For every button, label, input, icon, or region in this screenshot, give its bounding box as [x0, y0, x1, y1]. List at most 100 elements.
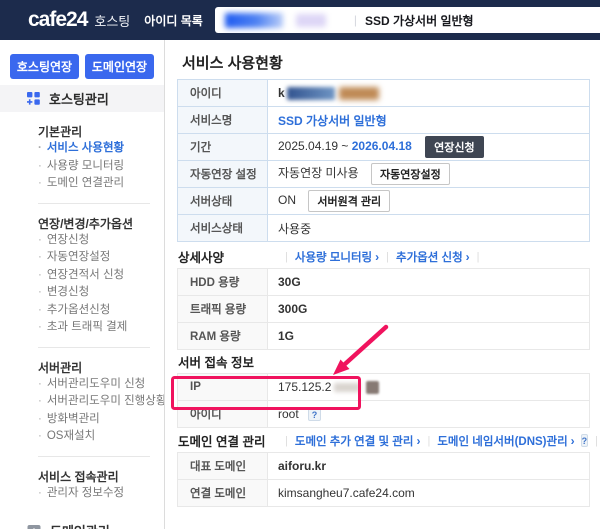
sidebar: 호스팅연장 도메인연장 호스팅관리 기본관리 서비스 사용현황 사용량 모니터링… — [0, 40, 165, 529]
service-name-value: SSD 가상서버 일반형 — [278, 113, 387, 128]
sidebar-item-usage-monitoring[interactable]: 사용량 모니터링 — [38, 158, 164, 176]
id-list-label: 아이디 목록 — [144, 13, 203, 28]
ip-value: 175.125.2 — [278, 379, 332, 394]
table-row: 서버상태 ON 서버원격 관리 — [177, 187, 590, 215]
logo-text: cafe24 — [28, 8, 88, 31]
id-value-cell: k — [267, 79, 590, 107]
hosting-extend-button[interactable]: 호스팅연장 — [10, 54, 79, 79]
redacted-id-blur — [286, 87, 335, 101]
sidebar-item-firewall[interactable]: 방화벽관리 — [38, 411, 164, 429]
ram-value: 1G — [267, 322, 590, 350]
sidebar-section-title: 서버관리 — [38, 360, 83, 375]
service-usage-table: 아이디 k 서비스명 SSD 가상서버 일반형 기간 2025.04.19 ~ … — [177, 79, 590, 242]
sidebar-item-autorenew-setting[interactable]: 자동연장설정 — [38, 249, 164, 267]
sidebar-item-extend-quote[interactable]: 연장견적서 신청 — [38, 267, 164, 285]
spec-table: HDD 용량 30G 트래픽 용량 300G RAM 용량 1G — [177, 268, 590, 350]
row-label: HDD 용량 — [177, 268, 268, 296]
period-start: 2025.04.19 ~ — [278, 139, 352, 154]
dns-management-link[interactable]: 도메인 네임서버(DNS)관리 — [437, 433, 567, 449]
bottom-menu-label: 도메인관리 — [50, 521, 110, 529]
traffic-value: 300G — [267, 295, 590, 323]
apps-icon — [27, 92, 40, 105]
sidebar-item-extend-request[interactable]: 연장신청 — [38, 232, 164, 250]
chevron-right-icon[interactable]: › — [375, 250, 379, 264]
cafe24-logo[interactable]: cafe24 호스팅 — [28, 8, 130, 32]
help-icon[interactable]: ? — [308, 408, 322, 422]
selected-service-name: SSD 가상서버 일반형 — [364, 13, 474, 28]
service-state-value: 사용중 — [278, 221, 312, 236]
account-cell: root ? — [267, 400, 590, 428]
server-access-table: IP 175.125.2 아이디 root ? — [177, 373, 590, 428]
extend-request-button[interactable]: 연장신청 — [425, 136, 484, 158]
server-access-section-header: 서버 접속 정보 — [178, 352, 590, 371]
sidebar-buttons: 호스팅연장 도메인연장 — [0, 54, 164, 79]
table-row: RAM 용량 1G — [177, 322, 590, 350]
row-label: 서비스명 — [177, 106, 268, 134]
sidebar-item-admin-info-edit[interactable]: 관리자 정보수정 — [38, 485, 164, 503]
sidebar-section-title: 서비스 접속관리 — [38, 469, 119, 484]
sidebar-section-title: 기본관리 — [38, 125, 83, 139]
sidebar-item-change-request[interactable]: 변경신청 — [38, 284, 164, 302]
addon-request-link[interactable]: 추가옵션 신청 — [396, 249, 463, 265]
ip-cell: 175.125.2 — [267, 373, 590, 401]
server-remote-button[interactable]: 서버원격 관리 — [308, 190, 391, 212]
sidebar-section-server: 서버관리 서버관리도우미 신청 서버관리도우미 진행상황 방화벽관리 OS재설치 — [0, 360, 164, 446]
id-value: k — [278, 85, 285, 100]
page-title: 서비스 사용현황 — [182, 55, 283, 72]
chevron-right-icon[interactable]: › — [571, 434, 575, 448]
table-row: 아이디 root ? — [177, 400, 590, 428]
row-label: 자동연장 설정 — [177, 160, 268, 188]
row-label: RAM 용량 — [177, 322, 268, 350]
sidebar-item-excess-traffic[interactable]: 초과 트래픽 결제 — [38, 319, 164, 337]
sidebar-item-addon-request[interactable]: 추가옵션신청 — [38, 302, 164, 320]
sidebar-item-server-helper-status[interactable]: 서버관리도우미 진행상황 — [38, 393, 164, 411]
redacted-id-blur-2 — [338, 87, 379, 101]
row-label: 트래픽 용량 — [177, 295, 268, 323]
service-state-cell: 사용중 — [267, 214, 590, 242]
table-row: 트래픽 용량 300G — [177, 295, 590, 323]
sidebar-item-hosting-management[interactable]: 호스팅관리 — [0, 85, 164, 112]
separator: | — [427, 434, 431, 447]
main-content: 서비스 사용현황 아이디 k 서비스명 SSD 가상서버 일반형 기간 2025… — [166, 40, 600, 529]
row-label: 서비스상태 — [177, 214, 268, 242]
domain-section-header: 도메인 연결 관리 | 도메인 추가 연결 및 관리 › | 도메인 네임서버(… — [178, 431, 598, 450]
redacted-id-blur — [224, 12, 283, 28]
table-row: 아이디 k — [177, 79, 590, 107]
autorenew-setting-button[interactable]: 자동연장설정 — [370, 163, 450, 185]
sidebar-item-server-helper-request[interactable]: 서버관리도우미 신청 — [38, 376, 164, 394]
sidebar-section-extend: 연장/변경/추가옵션 연장신청 자동연장설정 연장견적서 신청 변경신청 추가옵… — [0, 216, 164, 337]
domain-icon — [27, 524, 41, 529]
sidebar-root-label: 호스팅관리 — [49, 92, 109, 107]
sidebar-item-os-reinstall[interactable]: OS재설치 — [38, 428, 164, 446]
connected-domain-value: kimsangheu7.cafe24.com — [267, 479, 590, 507]
table-row: 대표 도메인 aiforu.kr — [177, 452, 590, 480]
period-end: 2026.04.18 — [351, 139, 412, 154]
row-label: 기간 — [177, 133, 268, 161]
table-row: 기간 2025.04.19 ~ 2026.04.18 연장신청 — [177, 133, 590, 161]
usage-monitoring-link[interactable]: 사용량 모니터링 — [295, 249, 372, 265]
sidebar-divider — [38, 202, 150, 204]
logo-suffix: 호스팅 — [94, 14, 131, 29]
help-icon[interactable]: ? — [580, 434, 589, 447]
separator: | — [285, 434, 288, 447]
sidebar-item-domain-connection[interactable]: 도메인 연결관리 — [38, 175, 164, 193]
top-header-bar: cafe24 호스팅 아이디 목록 | SSD 가상서버 일반형 — [0, 0, 600, 40]
table-row: 자동연장 설정 자동연장 미사용 자동연장설정 — [177, 160, 590, 188]
hdd-value: 30G — [267, 268, 590, 296]
domain-add-connect-link[interactable]: 도메인 추가 연결 및 관리 — [295, 433, 414, 449]
chevron-right-icon[interactable]: › — [416, 434, 420, 448]
redacted-id-blur-2 — [295, 13, 326, 27]
service-id-selector[interactable]: | SSD 가상서버 일반형 — [214, 7, 600, 33]
domain-extend-button[interactable]: 도메인연장 — [85, 54, 154, 79]
row-label: 연결 도메인 — [177, 479, 268, 507]
sidebar-divider — [38, 346, 150, 348]
sidebar-item-service-usage[interactable]: 서비스 사용현황 — [38, 140, 164, 158]
row-label: 아이디 — [177, 79, 268, 107]
sidebar-item-domain-management[interactable]: 도메인관리 — [0, 521, 164, 529]
autorenew-cell: 자동연장 미사용 자동연장설정 — [267, 160, 590, 188]
server-state-value: ON — [278, 193, 296, 208]
domain-table: 대표 도메인 aiforu.kr 연결 도메인 kimsangheu7.cafe… — [177, 452, 590, 507]
chevron-right-icon[interactable]: › — [466, 250, 470, 264]
separator: | — [595, 434, 599, 447]
separator: | — [386, 250, 389, 263]
